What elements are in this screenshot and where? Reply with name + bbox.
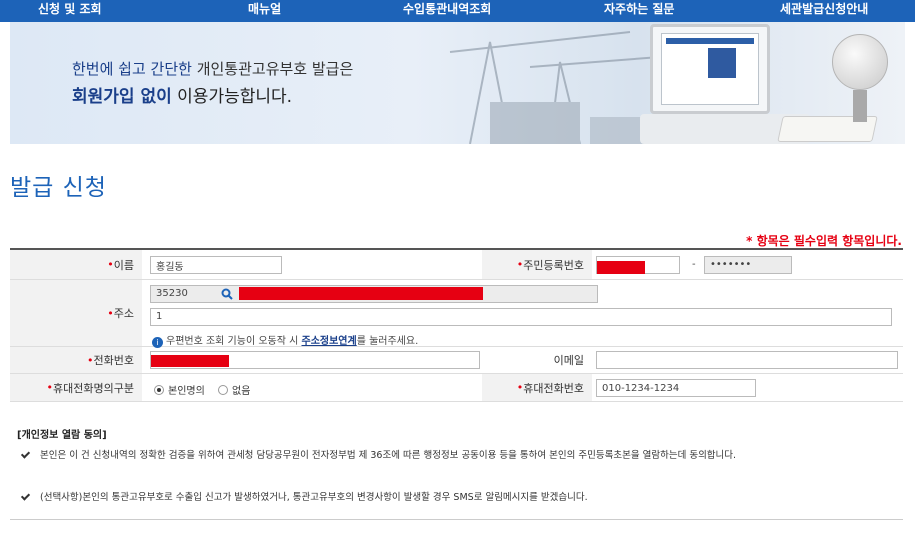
required-note: * 항목은 필수입력 항목입니다. [746,234,902,248]
divider [10,519,903,520]
row-phone: • 전화번호 이메일 [10,347,903,374]
address-label: • 주소 [10,280,142,346]
rrn-label: • 주민등록번호 [482,250,592,279]
checkbox-consent-1[interactable] [21,450,30,459]
nav-customs-guide[interactable]: 세관발급신청안내 [780,0,868,22]
nav-manual[interactable]: 매뉴얼 [248,0,281,22]
mobile-owner-label: • 휴대전화명의구분 [10,374,142,401]
globe-stand [853,90,867,122]
address-detail-input[interactable]: 1 [150,308,892,326]
phone-label: • 전화번호 [10,347,142,373]
row-mobile: • 휴대전화명의구분 본인명의 없음 • 휴대전화번호 [10,374,903,402]
mobile-label: • 휴대전화번호 [482,374,592,401]
nav-apply-inquiry[interactable]: 신청 및 조회 [38,0,102,22]
laptop-image [650,24,770,114]
radio-self[interactable]: 본인명의 [154,382,205,397]
name-label: • 이름 [10,250,142,279]
radio-unselected-icon [218,384,228,395]
top-nav: 신청 및 조회 매뉴얼 수입통관내역조회 자주하는 질문 세관발급신청안내 [0,0,915,22]
application-form: •이름 •주민등록번호 - ••••••• •주소 35230 1 i우편번호 … [10,248,903,402]
banner-line-2: 회원가입 없이 이용가능합니다. [72,87,293,107]
redaction [597,261,645,274]
nav-faq[interactable]: 자주하는 질문 [604,0,674,22]
redaction [151,355,229,367]
address-hint: i 우편번호 조회 기능이 오동작 시 주소정보연계를 눌러주세요. [152,332,418,348]
rrn-dash: - [692,259,696,270]
email-input[interactable] [596,351,898,369]
banner-line-1: 한번에 쉽고 간단한 개인통관고유부호 발급은 [72,60,354,78]
mobile-input[interactable] [596,379,756,397]
consent-item-1: 본인은 이 건 신청내역의 정확한 검증을 위하여 관세청 담당공무원이 전자정… [21,447,736,461]
banner: 한번에 쉽고 간단한 개인통관고유부호 발급은 회원가입 없이 이용가능합니다. [10,22,905,144]
rrn-second-input[interactable]: ••••••• [704,256,792,274]
row-name: •이름 •주민등록번호 - ••••••• [10,250,903,280]
redaction [239,287,483,300]
address-link[interactable]: 주소정보연계 [302,336,357,347]
consent-title: [개인정보 열람 동의] [17,430,107,441]
consent-item-2: (선택사항)본인의 통관고유부호로 수출입 신고가 발생하였거나, 통관고유부호… [21,489,588,503]
globe-icon [832,34,888,90]
radio-none[interactable]: 없음 [218,382,250,397]
row-address: • 주소 35230 1 i 우편번호 조회 기능이 오동작 시 주소정보연계를 눌… [10,280,903,348]
page-title: 발급 신청 [10,175,107,201]
checkbox-consent-2[interactable] [21,492,30,501]
email-label: 이메일 [482,347,592,373]
search-icon[interactable] [221,288,233,300]
nav-import-clearance[interactable]: 수입통관내역조회 [403,0,491,22]
radio-selected-icon [154,384,164,395]
name-input[interactable] [150,256,282,274]
